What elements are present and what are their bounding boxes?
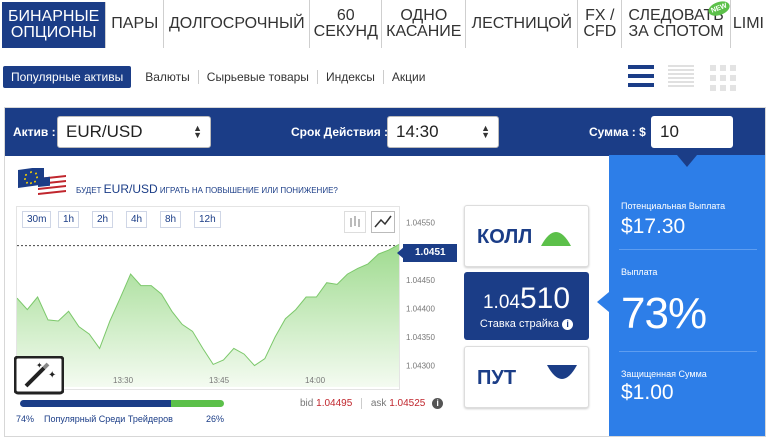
divider — [619, 249, 757, 250]
tab-label: ПАРЫ — [111, 15, 159, 32]
popularity-text: Популярный Среди Трейдеров — [44, 414, 173, 424]
grid-view-icon[interactable] — [708, 63, 736, 91]
x-tick-label: 13:45 — [209, 376, 230, 385]
category-indices[interactable]: Индексы — [318, 70, 384, 84]
question-prefix: Будет — [76, 186, 102, 195]
tab-label-line1: ОДНО — [400, 7, 448, 24]
y-tick-label: 1.04300 — [406, 362, 435, 371]
ask-label: ask — [370, 398, 387, 410]
category-currencies[interactable]: Валюты — [137, 70, 199, 84]
potential-payout-value: $17.30 — [621, 215, 686, 238]
ask-value: 1.04525 — [389, 398, 426, 410]
expiry-select-value: 14:30 — [396, 122, 439, 141]
expiry-select[interactable]: 14:30 ▲ ▼ — [387, 116, 499, 148]
call-label: КОЛЛ — [477, 226, 533, 248]
x-tick-label: 13:30 — [113, 376, 134, 385]
tab-label-line2: CFD — [583, 23, 617, 40]
tab-label: LIMI — [732, 15, 764, 32]
y-tick-label: 1.04400 — [406, 304, 435, 313]
tab-label: ДОЛГОСРОЧНЫЙ — [168, 15, 305, 32]
payout-panel: Потенциальная Выплата $17.30 Выплата 73%… — [609, 155, 765, 436]
tab-fx-cfd[interactable]: FX / CFD — [578, 0, 623, 48]
compact-list-view-icon[interactable] — [668, 63, 694, 89]
price-chart-plot: 1.045501.045001.044501.044001.043501.043… — [17, 219, 435, 387]
strike-box: 1.04510 Ставка страйка i — [464, 272, 589, 340]
tab-label-line2: КАСАНИЕ — [386, 23, 462, 40]
y-tick-label: 1.04450 — [406, 276, 435, 285]
tab-60-seconds[interactable]: 60 СЕКУНД — [310, 0, 383, 48]
trade-question: Будет EUR/USD играть на повышение или по… — [76, 182, 338, 196]
potential-payout-label: Потенциальная Выплата — [621, 201, 726, 211]
view-switcher — [628, 63, 736, 91]
put-button[interactable]: ПУТ — [464, 346, 589, 408]
magic-wand-icon[interactable]: ✦ ✦ — [13, 355, 65, 396]
protected-amount-value: $1.00 — [621, 381, 674, 404]
popularity-bar — [20, 400, 224, 407]
pointer-arrow — [677, 155, 697, 167]
info-icon[interactable]: i — [562, 319, 574, 330]
x-tick-label: 14:00 — [305, 376, 326, 385]
select-caret-icon: ▲ ▼ — [193, 123, 202, 140]
tab-binary-options[interactable]: БИНАРНЫЕ ОПЦИОНЫ — [2, 2, 107, 48]
strike-prefix: 1.04 — [482, 292, 520, 313]
strike-label: Ставка страйка — [479, 318, 560, 330]
amount-input-value: 10 — [660, 122, 679, 141]
category-stocks[interactable]: Акции — [384, 70, 434, 84]
bid-label: bid — [300, 398, 314, 410]
call-button[interactable]: КОЛЛ — [464, 205, 589, 267]
svg-text:✦: ✦ — [48, 370, 56, 381]
tab-follow-spot[interactable]: СЛЕДОВАТЬ ЗА СПОТОМ NEW — [622, 0, 732, 48]
expiry-label: Срок Действия : — [291, 125, 389, 139]
tab-pairs[interactable]: ПАРЫ — [106, 0, 165, 48]
y-tick-label: 1.04550 — [406, 219, 435, 228]
bid-ask-row: bid 1.04495 ask 1.04525 i — [300, 398, 444, 410]
popularity-left-pct: 74% — [16, 414, 35, 424]
arrow-up-icon — [541, 232, 571, 246]
svg-text:✦: ✦ — [36, 361, 43, 370]
strike-main: 510 — [519, 282, 571, 315]
tab-one-touch[interactable]: ОДНО КАСАНИЕ — [382, 0, 467, 48]
tab-label-line2: ОПЦИОНЫ — [10, 24, 97, 41]
tab-label-line1: БИНАРНЫЕ — [8, 8, 100, 25]
payout-label: Выплата — [621, 267, 658, 277]
question-suffix: играть на повышение или понижение? — [159, 186, 338, 195]
asset-select[interactable]: EUR/USD ▲ ▼ — [57, 116, 211, 148]
divider — [619, 351, 757, 352]
arrow-down-icon — [547, 365, 577, 379]
eu-us-flag-icon — [18, 168, 66, 196]
popularity-bar-put — [170, 400, 224, 407]
question-asset: EUR/USD — [103, 182, 158, 196]
tab-long-term[interactable]: ДОЛГОСРОЧНЫЙ — [164, 0, 311, 48]
current-price-pointer — [397, 247, 404, 259]
asset-label: Актив : — [13, 125, 56, 139]
info-icon[interactable]: i — [432, 398, 444, 410]
current-price-tag: 1.0451 — [403, 244, 457, 262]
popularity-right-pct: 26% — [206, 414, 225, 424]
list-view-icon[interactable] — [628, 63, 654, 89]
tab-label-line2: СЕКУНД — [313, 23, 378, 40]
popularity-bar-call — [20, 400, 171, 407]
select-caret-icon: ▲ ▼ — [481, 123, 490, 140]
tab-limit[interactable]: LIMI — [731, 0, 770, 48]
product-tabs: БИНАРНЫЕ ОПЦИОНЫ ПАРЫ ДОЛГОСРОЧНЫЙ 60 СЕКУ… — [0, 0, 770, 50]
put-label: ПУТ — [477, 367, 517, 389]
amount-label: Сумма : $ — [589, 125, 646, 139]
tab-label-line1: FX / — [585, 7, 615, 24]
category-commodities[interactable]: Сырьевые товары — [199, 70, 318, 84]
payout-percent: 73% — [621, 289, 707, 338]
tab-label-line1: 60 — [336, 7, 355, 24]
pointer-arrow — [597, 292, 609, 312]
tab-ladder[interactable]: ЛЕСТНИЦОЙ — [466, 0, 579, 48]
category-popular[interactable]: Популярные активы — [3, 66, 132, 88]
protected-amount-label: Защищенная Сумма — [621, 369, 707, 379]
tab-label-line2: ЗА СПОТОМ — [628, 23, 724, 40]
tab-label: ЛЕСТНИЦОЙ — [471, 15, 573, 32]
price-area — [17, 244, 399, 387]
amount-input[interactable]: 10 — [651, 116, 733, 148]
bid-value: 1.04495 — [316, 398, 353, 410]
y-tick-label: 1.04350 — [406, 333, 435, 342]
asset-select-value: EUR/USD — [66, 122, 143, 141]
asset-category-nav: Популярные активы Валюты Сырьевые товары… — [0, 66, 433, 88]
trade-parameters-bar: Актив : EUR/USD ▲ ▼ Срок Действия : 14:30… — [5, 108, 765, 156]
